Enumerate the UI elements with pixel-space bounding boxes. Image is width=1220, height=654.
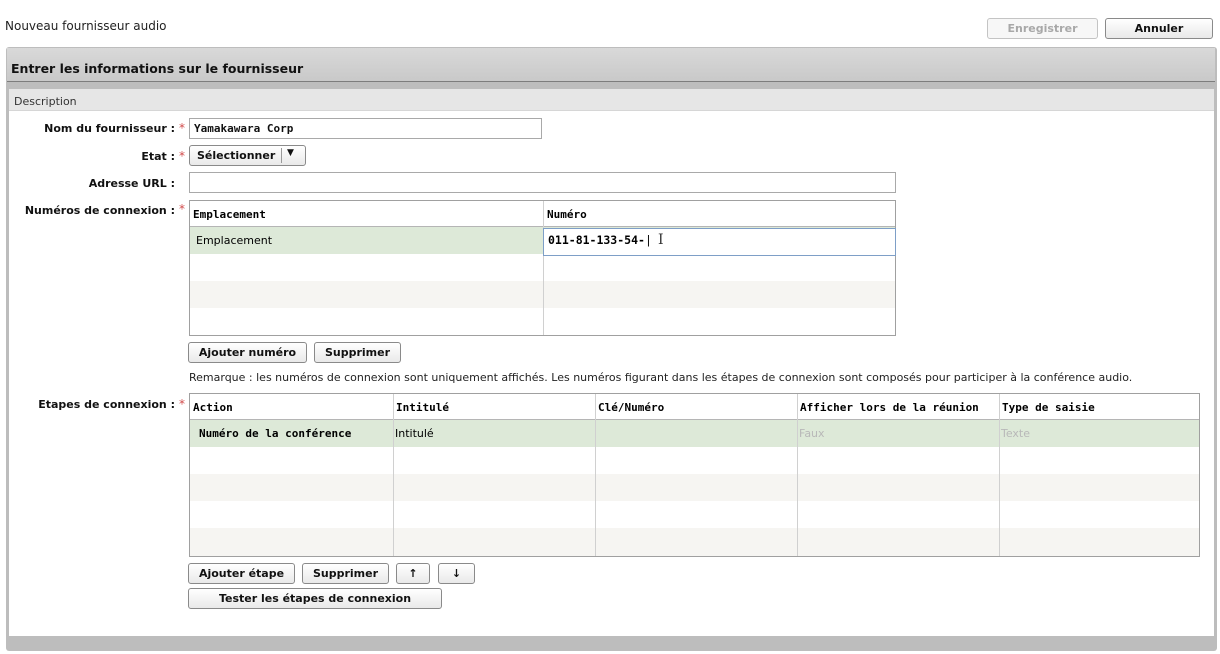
column-divider bbox=[595, 394, 596, 556]
state-select[interactable]: Sélectionner ▼ bbox=[189, 145, 306, 166]
table-row bbox=[190, 501, 1199, 528]
cancel-button[interactable]: Annuler bbox=[1105, 18, 1213, 39]
table-row bbox=[190, 528, 1199, 556]
delete-number-button[interactable]: Supprimer bbox=[314, 342, 401, 363]
state-label: Etat : bbox=[141, 150, 175, 163]
column-header-key[interactable]: Clé/Numéro bbox=[595, 394, 797, 420]
section-title: Description bbox=[14, 95, 77, 108]
arrow-down-icon[interactable]: ↓ bbox=[438, 563, 475, 584]
text-cursor-icon: I bbox=[658, 232, 664, 248]
numbers-table: Emplacement Numéro Emplacement 011-81-13… bbox=[189, 200, 896, 336]
column-header-number[interactable]: Numéro bbox=[544, 201, 895, 227]
save-button[interactable]: Enregistrer bbox=[987, 18, 1098, 39]
steps-table: Action Intitulé Clé/Numéro Afficher lors… bbox=[189, 393, 1200, 557]
column-header-type[interactable]: Type de saisie bbox=[999, 394, 1199, 420]
show-cell: Faux bbox=[799, 427, 825, 440]
column-header-show[interactable]: Afficher lors de la réunion bbox=[797, 394, 999, 420]
column-header-location[interactable]: Emplacement bbox=[190, 201, 544, 227]
location-cell: Emplacement bbox=[196, 234, 273, 247]
required-marker: * bbox=[179, 121, 185, 135]
supplier-name-field[interactable]: Yamakawara Corp bbox=[189, 118, 542, 139]
action-cell: Numéro de la conférence bbox=[199, 427, 352, 440]
steps-label: Etapes de connexion : bbox=[38, 398, 175, 411]
table-row[interactable]: Numéro de la conférence Intitulé Faux Te… bbox=[190, 420, 1199, 447]
column-header-title[interactable]: Intitulé bbox=[393, 394, 595, 420]
supplier-name-label: Nom du fournisseur : bbox=[44, 122, 175, 135]
add-step-button[interactable]: Ajouter étape bbox=[188, 563, 295, 584]
number-input[interactable]: 011-81-133-54-| I bbox=[543, 228, 896, 256]
url-field[interactable] bbox=[189, 172, 896, 193]
required-marker: * bbox=[179, 202, 185, 216]
chevron-down-icon: ▼ bbox=[287, 148, 294, 158]
select-divider bbox=[281, 148, 282, 163]
numbers-label: Numéros de connexion : bbox=[24, 204, 175, 217]
column-divider bbox=[543, 201, 544, 335]
title-cell: Intitulé bbox=[395, 427, 434, 440]
column-divider bbox=[999, 394, 1000, 556]
test-steps-button[interactable]: Tester les étapes de connexion bbox=[188, 588, 442, 609]
add-number-button[interactable]: Ajouter numéro bbox=[188, 342, 307, 363]
remark-text: Remarque : les numéros de connexion sont… bbox=[189, 371, 1133, 384]
url-label: Adresse URL : bbox=[88, 177, 175, 190]
column-divider bbox=[797, 394, 798, 556]
table-row bbox=[190, 474, 1199, 501]
panel-title: Entrer les informations sur le fournisse… bbox=[11, 61, 304, 76]
delete-step-button[interactable]: Supprimer bbox=[302, 563, 389, 584]
required-marker: * bbox=[179, 149, 185, 163]
state-select-value: Sélectionner bbox=[197, 149, 276, 162]
column-divider bbox=[393, 394, 394, 556]
type-cell: Texte bbox=[1001, 427, 1031, 440]
column-header-action[interactable]: Action bbox=[190, 394, 393, 420]
required-marker: * bbox=[179, 397, 185, 411]
number-input-value: 011-81-133-54- bbox=[548, 233, 645, 247]
table-row bbox=[190, 447, 1199, 474]
window-title: Nouveau fournisseur audio bbox=[5, 19, 167, 33]
section-bar bbox=[9, 89, 1214, 111]
arrow-up-icon[interactable]: ↑ bbox=[396, 563, 430, 584]
